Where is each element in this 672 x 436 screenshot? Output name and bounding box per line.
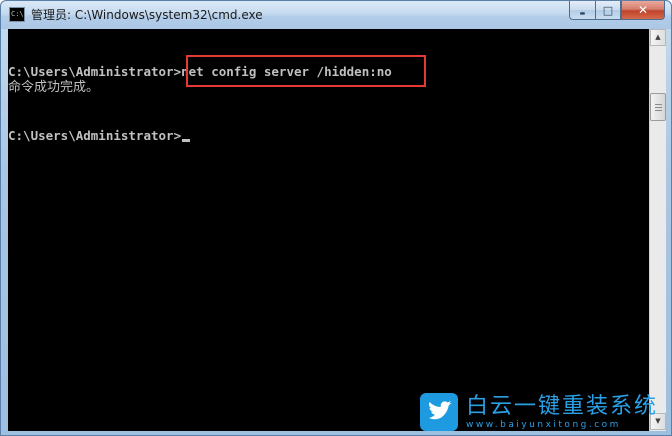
console-line-prompt: C:\Users\Administrator> [8,128,191,144]
watermark-title: 白云一键重装系统 [466,393,659,419]
scroll-thumb[interactable] [650,93,666,121]
title-bar[interactable]: C:\ 管理员: C:\Windows\system32\cmd.exe ▬ □… [1,1,671,29]
console-output[interactable]: C:\Users\Administrator>net config server… [8,29,649,431]
watermark-url: www.baiyunxitong.com [466,419,621,430]
window-title: 管理员: C:\Windows\system32\cmd.exe [31,8,263,22]
window-controls: ▬ □ ✕ [569,1,665,21]
console-line-result: 命令成功完成。 [8,80,100,95]
minimize-button[interactable]: ▬ [569,1,595,20]
vertical-scrollbar[interactable]: ▲ ▼ [649,29,666,431]
scroll-up-arrow-icon[interactable]: ▲ [650,29,666,46]
minimize-icon: ▬ [579,9,586,17]
cmd-window: C:\ 管理员: C:\Windows\system32\cmd.exe ▬ □… [0,0,672,436]
close-button[interactable]: ✕ [621,1,665,20]
cmd-icon[interactable]: C:\ [9,7,25,22]
text-cursor [182,139,191,142]
maximize-icon: □ [602,3,614,17]
watermark: 白云一键重装系统 www.baiyunxitong.com [420,388,672,436]
console-line-command: C:\Users\Administrator>net config server… [8,64,392,79]
maximize-button[interactable]: □ [595,1,621,20]
close-icon: ✕ [637,3,649,17]
watermark-text: 白云一键重装系统 www.baiyunxitong.com [466,394,658,431]
prompt-text: C:\Users\Administrator> [8,128,182,143]
bird-logo-icon [420,393,458,431]
